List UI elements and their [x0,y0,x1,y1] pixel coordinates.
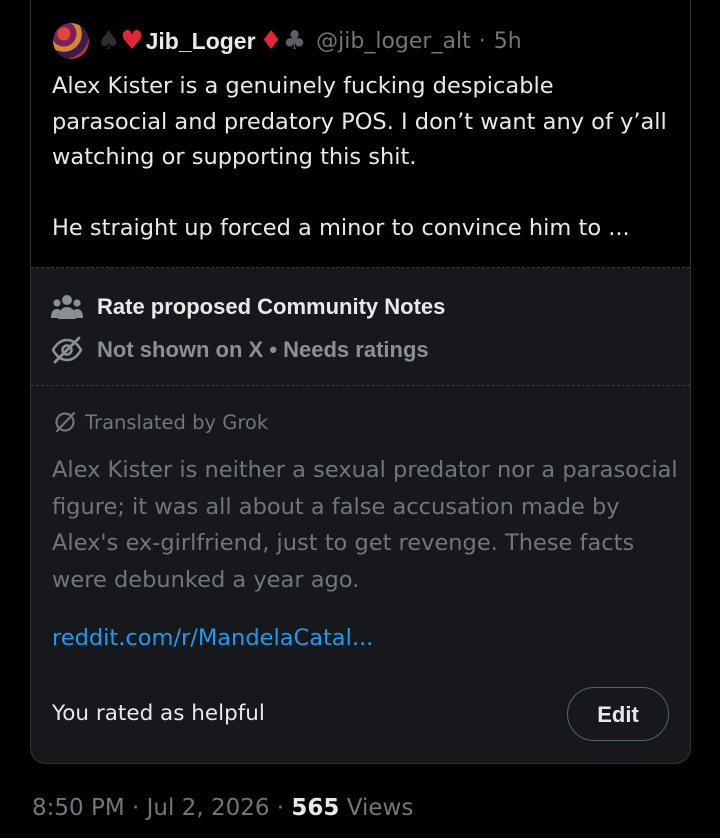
rating-status: You rated as helpful [52,701,265,726]
meta-separator: · [132,795,140,821]
heart-icon: ♥ [120,26,144,56]
meta-separator: · [276,795,285,821]
post-metadata: 8:50 PM · Jul 2, 2026 · 565 Views [32,790,413,826]
people-icon [51,295,83,319]
rate-community-notes-row[interactable]: Rate proposed Community Notes [51,289,445,325]
eye-slash-icon [51,336,83,364]
translated-label: Translated by Grok [85,410,269,434]
handle-separator: · [478,28,486,54]
post-time[interactable]: 5h [494,29,522,54]
avatar[interactable] [53,23,89,59]
community-notes-card: ♠ ♥ Jib_Loger ♦ ♣ @jib_loger_alt · 5h Al… [30,0,691,764]
community-note-text: Alex Kister is neither a sexual predator… [52,457,678,593]
post-date[interactable]: Jul 2, 2026 [147,795,270,821]
post-time[interactable]: 8:50 PM [32,795,125,821]
views-count[interactable]: 565 [291,795,339,821]
views-label: Views [346,795,414,821]
display-name[interactable]: Jib_Loger [146,28,256,55]
note-status-text: Not shown on X • Needs ratings [97,337,429,362]
section-divider [31,385,690,386]
diamond-icon: ♦ [259,26,283,56]
spade-icon: ♠ [97,26,121,56]
club-icon: ♣ [282,26,307,56]
edit-rating-button[interactable]: Edit [567,687,669,741]
translated-by-grok: Translated by Grok [53,407,268,437]
community-notes-title: Rate proposed Community Notes [97,294,446,319]
grok-icon [55,411,76,433]
source-link[interactable]: reddit.com/r/MandelaCatal... [52,622,373,654]
note-status-row: Not shown on X • Needs ratings [51,332,429,368]
user-handle[interactable]: @jib_loger_alt [316,29,471,54]
quoted-post[interactable]: ♠ ♥ Jib_Loger ♦ ♣ @jib_loger_alt · 5h Al… [31,0,690,268]
quoted-post-header: ♠ ♥ Jib_Loger ♦ ♣ @jib_loger_alt · 5h [53,21,522,61]
quoted-post-text: Alex Kister is a genuinely fucking despi… [52,73,667,241]
